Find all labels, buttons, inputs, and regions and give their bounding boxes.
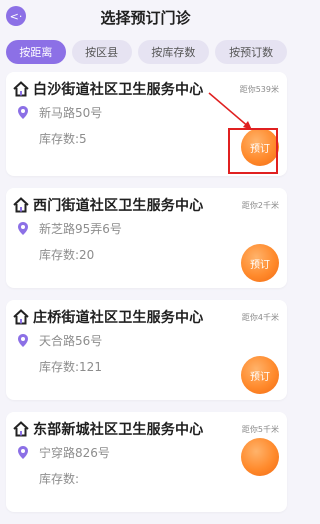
book-button[interactable] [241,438,279,476]
clinic-distance: 距你4千米 [241,313,279,322]
clinic-address: 天合路56号 [39,334,103,348]
clinic-stock: 库存数: [39,472,80,486]
clinic-card[interactable]: 东部新城社区卫生服务中心 距你5千米 宁穿路826号 库存数: [6,412,287,512]
clinic-address: 新芝路95弄6号 [39,222,122,236]
tab-bookings[interactable]: 按预订数 [215,40,287,64]
location-pin-icon [18,106,28,119]
clinic-stock: 库存数:20 [39,248,95,262]
clinic-name: 庄桥街道社区卫生服务中心 [33,310,204,326]
highlight-annotation-box [228,128,278,174]
clinic-name: 白沙街道社区卫生服务中心 [33,82,204,98]
tab-stock[interactable]: 按库存数 [137,40,210,64]
home-icon [13,421,29,437]
tab-distance[interactable]: 按距离 [6,40,66,64]
home-icon [13,197,29,213]
book-button[interactable]: 预订 [241,356,279,394]
location-pin-icon [18,446,28,459]
clinic-stock: 库存数:121 [39,360,102,374]
home-icon [13,309,29,325]
clinic-card[interactable]: 西门街道社区卫生服务中心 距你2千米 新芝路95弄6号 库存数:20 预订 [6,188,287,288]
clinic-address: 新马路50号 [39,106,103,120]
page-title: 选择预订门诊 [100,9,191,27]
clinic-distance: 距你5千米 [241,425,279,434]
header: <· 选择预订门诊 [0,0,291,34]
location-pin-icon [18,334,28,347]
clinic-card[interactable]: 庄桥街道社区卫生服务中心 距你4千米 天合路56号 库存数:121 预订 [6,300,287,400]
location-pin-icon [18,222,28,235]
clinic-stock: 库存数:5 [39,132,87,146]
home-icon [13,81,29,97]
clinic-name: 东部新城社区卫生服务中心 [33,422,204,438]
tab-district[interactable]: 按区县 [71,40,132,64]
clinic-address: 宁穿路826号 [39,446,110,460]
clinic-distance: 距你539米 [239,85,279,94]
clinic-name: 西门街道社区卫生服务中心 [33,198,204,214]
sort-tabs: 按距离 按区县 按库存数 按预订数 [6,40,287,66]
clinic-distance: 距你2千米 [241,201,279,210]
book-button[interactable]: 预订 [241,244,279,282]
